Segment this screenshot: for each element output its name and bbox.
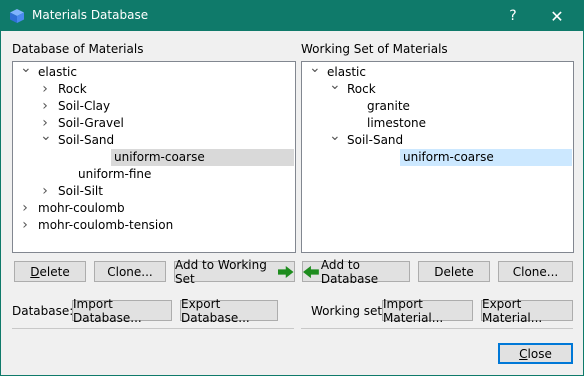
database-tree-item-label: Soil-Silt <box>58 184 103 198</box>
chevron-down-icon[interactable]: ⌄ <box>329 128 341 145</box>
database-tree-item[interactable]: › Soil-Gravel <box>14 115 294 132</box>
materials-database-window: Materials Database ? ✕ Database of Mater… <box>0 0 584 376</box>
database-tree-item[interactable]: uniform-fine <box>14 166 294 183</box>
delete-rest: elete <box>39 264 70 279</box>
working-set-label: Working set: <box>311 304 387 318</box>
import-database-button[interactable]: Import Database... <box>72 297 172 325</box>
arrow-left-icon <box>303 265 319 278</box>
database-tree-item[interactable]: uniform-coarse <box>111 149 294 166</box>
database-tree-item[interactable]: › Soil-Clay <box>14 98 294 115</box>
arrow-right-icon <box>278 265 294 278</box>
database-tree-item[interactable]: › mohr-coulomb <box>14 200 294 217</box>
title-bar[interactable]: Materials Database ? ✕ <box>1 1 583 31</box>
working-set-tree-item[interactable]: limestone <box>303 115 572 132</box>
add-to-database-button[interactable]: Add to Database <box>302 258 410 286</box>
database-tree-item[interactable]: ⌄ Soil-Sand <box>14 128 294 149</box>
help-button[interactable]: ? <box>493 1 533 31</box>
chevron-right-icon[interactable]: › <box>40 183 50 200</box>
working-set-tree-item-label: uniform-coarse <box>403 150 494 164</box>
export-material-button[interactable]: Export Material... <box>481 297 573 325</box>
delete-mnemonic: D <box>30 264 40 279</box>
database-tree-item-label: elastic <box>38 65 77 79</box>
chevron-right-icon[interactable]: › <box>20 217 30 234</box>
database-tree-item-label: mohr-coulomb <box>38 201 125 215</box>
working-set-tree-item[interactable]: granite <box>303 98 572 115</box>
database-tree-item[interactable]: › mohr-coulomb-tension <box>14 217 294 234</box>
working-set-tree-item[interactable]: uniform-coarse <box>400 149 572 166</box>
working-set-tree-item-label: limestone <box>367 116 427 130</box>
add-to-database-label: Add to Database <box>320 257 379 286</box>
chevron-down-icon[interactable]: ⌄ <box>329 77 341 94</box>
database-tree-item-label: Soil-Clay <box>58 99 111 113</box>
chevron-right-icon[interactable]: › <box>20 200 30 217</box>
working-set-tree-item[interactable]: ⌄ elastic <box>303 62 572 81</box>
close-button[interactable]: Close <box>498 343 573 364</box>
database-tree-item[interactable]: › Soil-Silt <box>14 183 294 200</box>
database-tree-item-label: Soil-Sand <box>58 133 115 147</box>
database-tree-item-label: Soil-Gravel <box>58 116 124 130</box>
chevron-down-icon[interactable]: ⌄ <box>40 128 52 145</box>
import-material-button[interactable]: Import Material... <box>382 297 473 325</box>
add-to-working-set-button[interactable]: Add to Working Set <box>174 258 295 286</box>
database-tree-item-label: uniform-fine <box>78 167 152 181</box>
database-tree-item-label: mohr-coulomb-tension <box>38 218 174 232</box>
delete-working-set-button[interactable]: Delete <box>418 261 490 282</box>
close-button-label: Close <box>519 346 552 361</box>
database-tree-item[interactable]: ⌄ elastic <box>14 62 294 81</box>
chevron-right-icon[interactable]: › <box>40 98 50 115</box>
close-window-button[interactable]: ✕ <box>537 1 577 31</box>
delete-database-button[interactable]: Delete <box>14 261 86 282</box>
clone-database-button[interactable]: Clone... <box>94 261 166 282</box>
separator-right <box>301 328 573 329</box>
window-title: Materials Database <box>32 8 149 22</box>
working-set-tree-item[interactable]: ⌄ Rock <box>303 77 572 98</box>
database-tree-item-label: uniform-coarse <box>114 150 205 164</box>
export-database-button[interactable]: Export Database... <box>180 297 278 325</box>
add-to-working-set-label: Add to Working Set <box>175 257 267 286</box>
working-set-heading: Working Set of Materials <box>301 42 448 56</box>
database-heading: Database of Materials <box>12 42 144 56</box>
chevron-right-icon[interactable]: › <box>40 81 50 98</box>
clone-working-set-button[interactable]: Clone... <box>498 261 573 282</box>
working-set-tree[interactable]: ⌄ elastic ⌄ Rock granite limestone ⌄ Soil-Sand u… <box>301 61 574 253</box>
working-set-tree-item-label: granite <box>367 99 410 113</box>
separator-left <box>12 328 294 329</box>
database-tree[interactable]: ⌄ elastic › Rock › Soil-Clay › Soil-Gravel ⌄ Soil… <box>12 61 296 253</box>
database-tree-item-label: Rock <box>58 82 87 96</box>
chevron-down-icon[interactable]: ⌄ <box>309 62 321 77</box>
working-set-tree-item[interactable]: ⌄ Soil-Sand <box>303 128 572 149</box>
working-set-tree-item-label: Rock <box>347 82 376 96</box>
chevron-down-icon[interactable]: ⌄ <box>20 62 32 77</box>
database-label: Database: <box>12 304 74 318</box>
cube-icon <box>10 9 24 23</box>
database-tree-item[interactable]: › Rock <box>14 81 294 98</box>
working-set-tree-item-label: Soil-Sand <box>347 133 404 147</box>
